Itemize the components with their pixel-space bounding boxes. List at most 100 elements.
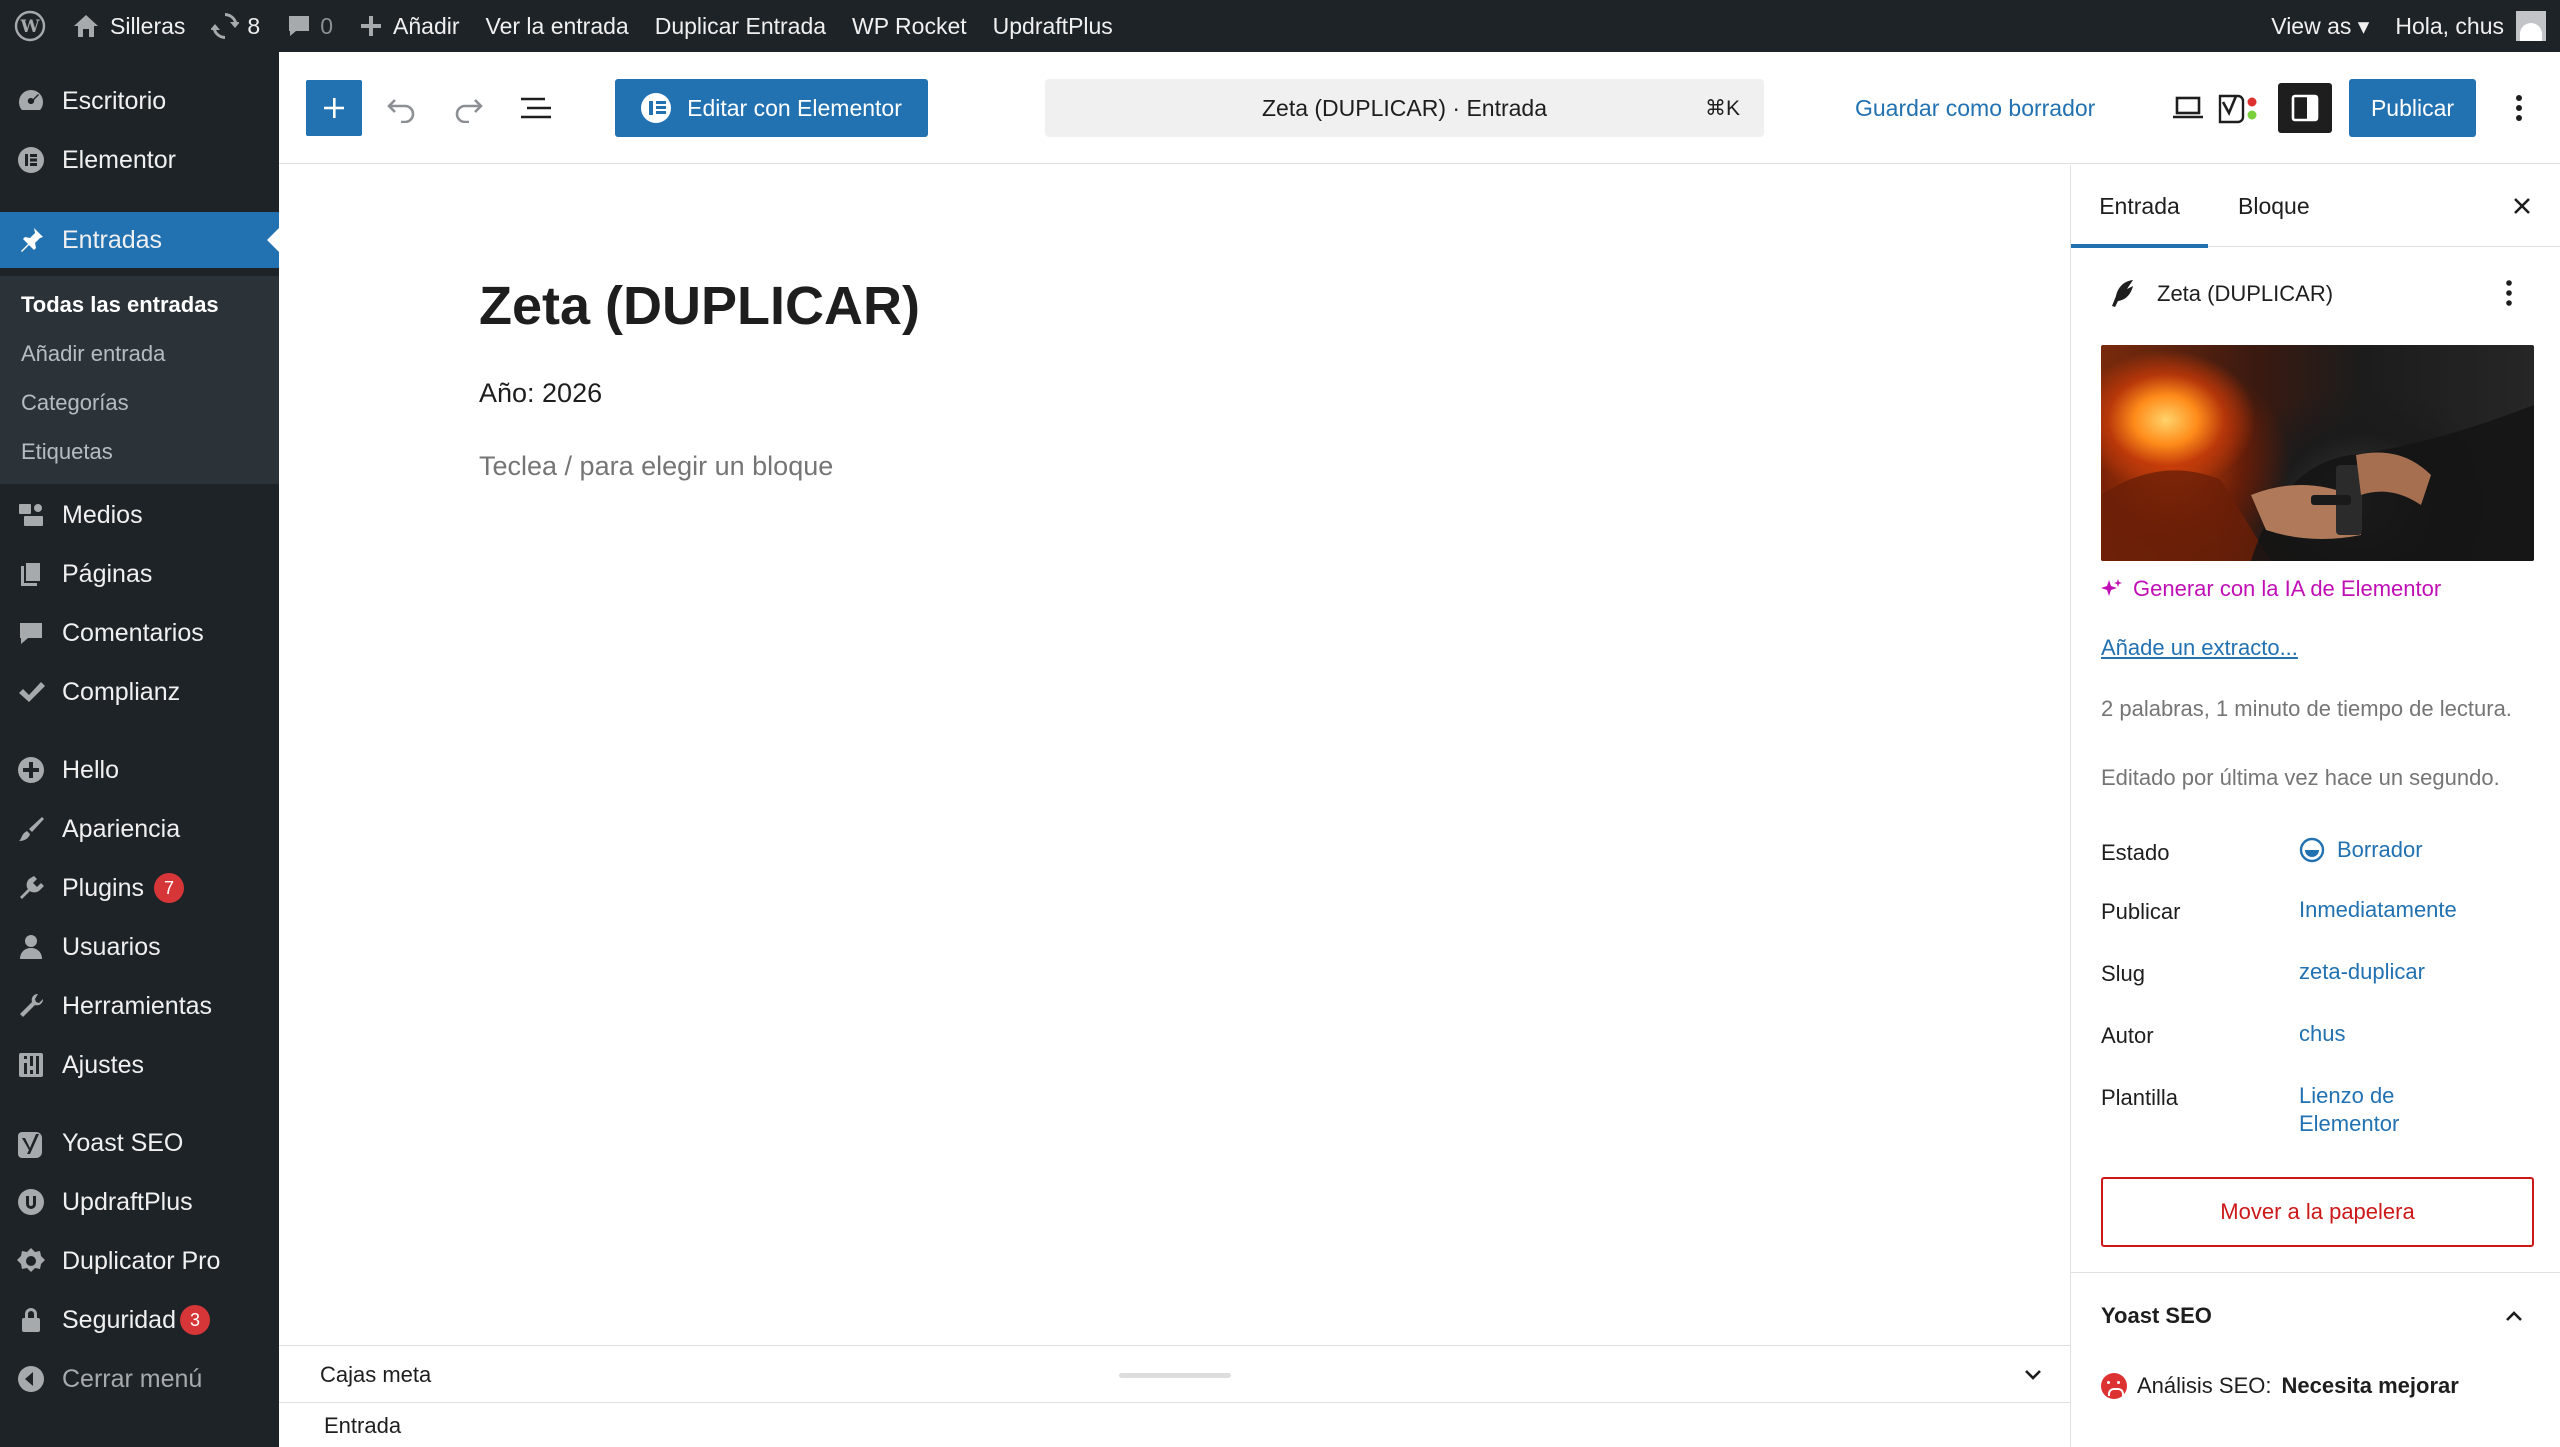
submenu-tags[interactable]: Etiquetas (21, 439, 113, 465)
sidebar-item-medios[interactable]: Medios (0, 487, 279, 543)
tab-bloque[interactable]: Bloque (2238, 165, 2310, 247)
updates-count: 8 (247, 12, 261, 39)
view-post-link[interactable]: Ver la entrada (473, 0, 642, 52)
view-as-menu[interactable]: View as ▾ (2258, 0, 2382, 52)
block-inserter-button[interactable] (306, 80, 362, 136)
add-excerpt-link[interactable]: Añade un extracto... (2101, 635, 2298, 661)
sidebar-item-label: Páginas (62, 559, 153, 588)
generate-with-ai-label: Generar con la IA de Elementor (2133, 576, 2442, 601)
redo-button[interactable] (445, 87, 491, 129)
sidebar-item-usuarios[interactable]: Usuarios (0, 919, 279, 975)
more-vertical-icon (2516, 95, 2522, 121)
close-icon[interactable] (2509, 193, 2535, 224)
updraft-icon (0, 1187, 62, 1217)
tab-entrada[interactable]: Entrada (2071, 165, 2208, 248)
yoast-seo-panel: Yoast SEO Análisis SEO: Necesita mejorar (2071, 1272, 2560, 1447)
wordpress-logo-icon[interactable]: W (0, 0, 59, 52)
wp-rocket-link[interactable]: WP Rocket (839, 0, 980, 52)
preview-button[interactable] (2165, 87, 2211, 129)
pages-icon (0, 559, 62, 589)
comments-link[interactable]: 0 (273, 0, 346, 52)
duplicator-icon (0, 1246, 62, 1276)
sidebar-item-label: Seguridad (62, 1305, 176, 1334)
slug-button[interactable]: zeta-duplicar (2299, 958, 2425, 986)
sidebar-item-paginas[interactable]: Páginas (0, 546, 279, 602)
submenu-add-post[interactable]: Añadir entrada (21, 341, 165, 367)
generate-with-ai-link[interactable]: Generar con la IA de Elementor (2101, 576, 2441, 602)
more-vertical-icon[interactable] (2503, 277, 2515, 314)
edit-with-elementor-button[interactable]: Editar con Elementor (615, 79, 928, 137)
sidebar-item-label: Comentarios (62, 618, 204, 647)
publish-date-button[interactable]: Inmediatamente (2299, 896, 2457, 924)
seo-analysis-row[interactable]: Análisis SEO: Necesita mejorar (2101, 1373, 2459, 1399)
publish-button[interactable]: Publicar (2349, 79, 2476, 137)
document-bar[interactable]: Zeta (DUPLICAR) · Entrada ⌘K (1045, 79, 1764, 137)
updraftplus-link[interactable]: UpdraftPlus (980, 0, 1126, 52)
publish-label: Publicar (2101, 899, 2181, 924)
submenu-categories[interactable]: Categorías (21, 390, 129, 416)
template-button[interactable]: Lienzo de Elementor (2299, 1082, 2439, 1138)
sidebar-item-elementor[interactable]: Elementor (0, 132, 279, 188)
settings-sidebar-toggle[interactable] (2278, 83, 2332, 133)
sidebar-item-hello[interactable]: Hello (0, 742, 279, 798)
chevron-down-icon[interactable] (2020, 1362, 2046, 1393)
sidebar-item-apariencia[interactable]: Apariencia (0, 801, 279, 857)
sidebar-item-plugins[interactable]: Plugins 7 (0, 860, 279, 916)
feather-pen-icon (2107, 277, 2139, 314)
save-draft-button[interactable]: Guardar como borrador (1855, 79, 2095, 137)
move-to-trash-button[interactable]: Mover a la papelera (2101, 1177, 2534, 1247)
sidebar-item-herramientas[interactable]: Herramientas (0, 978, 279, 1034)
paragraph-block[interactable]: Año: 2026 (479, 378, 602, 409)
submenu-all-posts[interactable]: Todas las entradas (21, 292, 219, 318)
chevron-up-icon[interactable] (2501, 1303, 2527, 1334)
meta-boxes-header[interactable]: Cajas meta (279, 1346, 2070, 1403)
plus-icon (361, 16, 382, 36)
featured-image[interactable] (2101, 345, 2534, 561)
admin-sidebar: Escritorio Elementor Entradas Todas las … (0, 52, 279, 1447)
post-title[interactable]: Zeta (DUPLICAR) (479, 275, 920, 337)
resize-handle[interactable] (1119, 1373, 1231, 1378)
brush-icon (0, 814, 62, 844)
undo-button[interactable] (379, 87, 425, 129)
sidebar-item-label: Entradas (62, 225, 163, 254)
author-button[interactable]: chus (2299, 1020, 2345, 1048)
updates-link[interactable]: 8 (198, 0, 273, 52)
sidebar-item-yoast-seo[interactable]: Yoast SEO (0, 1115, 279, 1171)
dashboard-icon (0, 86, 62, 116)
yoast-panel-title[interactable]: Yoast SEO (2101, 1303, 2212, 1329)
document-overview-button[interactable] (513, 87, 559, 129)
yoast-seo-button[interactable] (2211, 83, 2267, 133)
sidebar-item-duplicator-pro[interactable]: Duplicator Pro (0, 1233, 279, 1289)
sidebar-item-entradas[interactable]: Entradas (0, 212, 279, 268)
duplicate-post-link[interactable]: Duplicar Entrada (642, 0, 839, 52)
sidebar-item-ajustes[interactable]: Ajustes (0, 1037, 279, 1093)
add-new-link[interactable]: Añadir (346, 0, 472, 52)
undo-icon (387, 99, 415, 123)
sidebar-item-label: Escritorio (62, 86, 167, 115)
sidebar-item-seguridad[interactable]: Seguridad 3 (0, 1292, 279, 1348)
sidebar-item-updraftplus[interactable]: UpdraftPlus (0, 1174, 279, 1230)
status-value-button[interactable]: Borrador (2299, 836, 2423, 864)
settings-icon (0, 1050, 62, 1080)
template-label: Plantilla (2101, 1085, 2179, 1110)
sidebar-collapse-button[interactable]: Cerrar menú (0, 1351, 279, 1407)
site-name-link[interactable]: Silleras (59, 0, 198, 52)
options-menu-button[interactable] (2499, 87, 2539, 129)
featured-image-illustration (2101, 405, 2534, 561)
block-appender-placeholder[interactable]: Teclea / para elegir un bloque (479, 451, 833, 482)
sidebar-item-complianz[interactable]: Complianz (0, 664, 279, 720)
account-menu[interactable]: Hola, chus (2382, 0, 2560, 52)
elementor-icon (0, 145, 62, 175)
last-edited-info: Editado por última vez hace un segundo. (2101, 765, 2500, 790)
block-breadcrumb[interactable]: Entrada (324, 1413, 401, 1439)
lock-icon (0, 1305, 62, 1335)
sidebar-item-comentarios[interactable]: Comentarios (0, 605, 279, 661)
checkmark-icon (0, 677, 62, 707)
sidebar-panel-icon (2291, 94, 2319, 122)
sidebar-tabs: Entrada Bloque (2071, 165, 2560, 248)
admin-bar: W Silleras 8 0 Añadir Ver la entrada Dup… (0, 0, 2560, 52)
sidebar-item-escritorio[interactable]: Escritorio (0, 73, 279, 129)
media-icon (0, 500, 62, 530)
wrench-icon (0, 991, 62, 1021)
post-card-title: Zeta (DUPLICAR) (2157, 281, 2334, 306)
